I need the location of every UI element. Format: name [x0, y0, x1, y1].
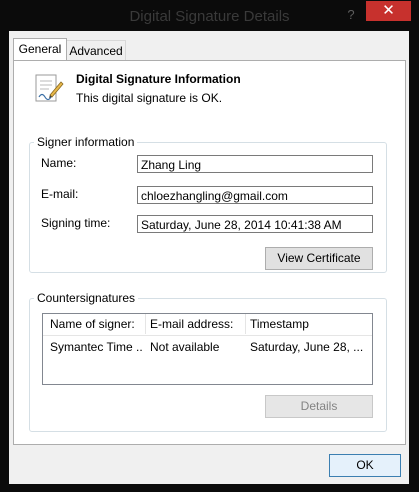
dialog-client-area: General Advanced Digital Signature Infor… [9, 31, 409, 484]
signer-group-label: Signer information [37, 135, 135, 149]
signing-time-label: Signing time: [41, 216, 111, 230]
column-header-email[interactable]: E-mail address: [150, 314, 242, 334]
countersignatures-list[interactable]: Name of signer: E-mail address: Timestam… [42, 313, 373, 385]
column-divider[interactable] [245, 314, 246, 334]
email-field[interactable]: chloezhangling@gmail.com [137, 186, 373, 204]
details-button[interactable]: Details [265, 395, 373, 418]
row-timestamp: Saturday, June 28, ... [250, 340, 364, 354]
dialog-window: Digital Signature Details ? ✕ General Ad… [0, 0, 419, 492]
row-signer-name: Symantec Time ... [50, 340, 142, 354]
email-label: E-mail: [41, 187, 79, 201]
view-certificate-button[interactable]: View Certificate [265, 247, 373, 270]
name-label: Name: [41, 156, 77, 170]
title-bar[interactable]: Digital Signature Details ? ✕ [0, 0, 419, 31]
countersignatures-group-label: Countersignatures [37, 291, 136, 305]
column-header-name[interactable]: Name of signer: [50, 314, 142, 334]
signed-document-icon [35, 74, 64, 102]
list-header: Name of signer: E-mail address: Timestam… [43, 314, 372, 336]
signature-status-text: This digital signature is OK. [76, 91, 223, 105]
signing-time-field[interactable]: Saturday, June 28, 2014 10:41:38 AM [137, 215, 373, 233]
column-divider[interactable] [145, 314, 146, 334]
close-icon: ✕ [382, 2, 395, 19]
help-button[interactable]: ? [342, 5, 360, 25]
name-field[interactable]: Zhang Ling [137, 155, 373, 173]
tab-advanced[interactable]: Advanced [66, 40, 126, 61]
close-button[interactable]: ✕ [366, 1, 411, 21]
row-email: Not available [150, 340, 220, 354]
tab-general[interactable]: General [13, 38, 67, 60]
ok-button[interactable]: OK [329, 454, 401, 477]
column-header-timestamp[interactable]: Timestamp [250, 314, 365, 334]
signature-info-title: Digital Signature Information [76, 72, 241, 86]
